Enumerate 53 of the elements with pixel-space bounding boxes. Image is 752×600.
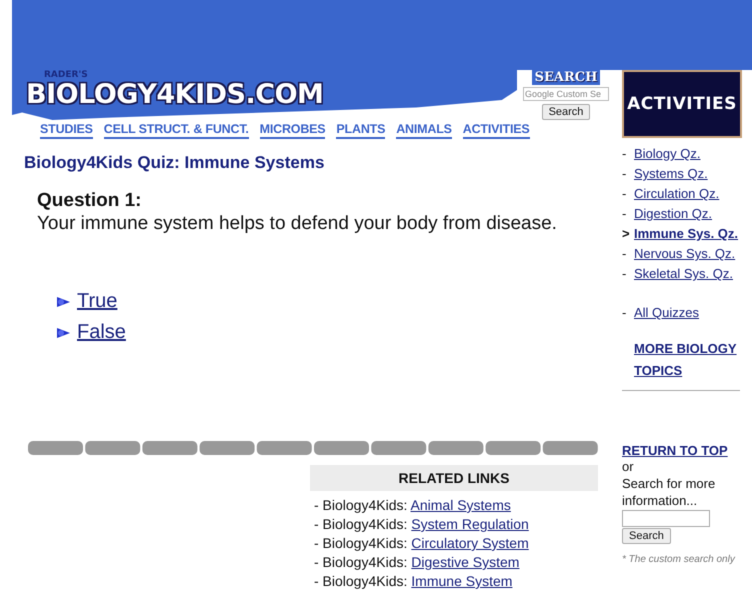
nav-link[interactable]: STUDIES: [40, 122, 93, 139]
quiz-link[interactable]: Immune Sys. Qz.: [634, 226, 738, 241]
related-link[interactable]: System Regulation: [411, 516, 529, 532]
bullet-marker: -: [622, 166, 628, 181]
related-link[interactable]: Animal Systems: [410, 497, 511, 513]
site-logo[interactable]: BIOLOGY4KIDS.COM: [26, 80, 324, 110]
page-title: Biology4Kids Quiz: Immune Systems: [24, 153, 326, 173]
answer-link[interactable]: False: [77, 321, 126, 344]
related-links-header: RELATED LINKS: [310, 465, 598, 491]
bullet-marker: >: [622, 226, 628, 241]
search-heading: SEARCH: [532, 70, 600, 85]
link-prefix: - Biology4Kids:: [314, 554, 408, 570]
all-quizzes-link[interactable]: All Quizzes: [634, 305, 700, 320]
search-field[interactable]: Google Custom Se: [523, 87, 609, 101]
activities-banner: ACTIVITIES: [622, 70, 742, 138]
search-button[interactable]: Search: [542, 104, 590, 120]
bullet-marker: -: [622, 186, 628, 201]
bullet-marker: -: [622, 266, 628, 281]
link-prefix: - Biology4Kids:: [314, 497, 408, 513]
return-to-top-link[interactable]: RETURN TO TOP: [622, 443, 742, 458]
quiz-link[interactable]: Circulation Qz.: [634, 186, 720, 201]
arrow-bullet-icon: [56, 326, 71, 338]
nav-link[interactable]: ACTIVITIES: [462, 122, 530, 139]
quiz-link[interactable]: Nervous Sys. Qz.: [634, 246, 736, 261]
question-label: Question 1:: [37, 190, 143, 212]
related-link[interactable]: Circulatory System: [411, 535, 529, 551]
search-button[interactable]: Search: [622, 528, 671, 544]
link-prefix: - Biology4Kids:: [314, 535, 408, 551]
logo-subtitle: RADER'S: [44, 70, 88, 80]
nav-link[interactable]: ANIMALS: [396, 122, 452, 139]
bullet-marker: -: [622, 206, 628, 221]
nav-link[interactable]: MICROBES: [260, 122, 326, 139]
related-link[interactable]: Immune System: [411, 573, 512, 589]
quiz-link[interactable]: Biology Qz.: [634, 146, 700, 161]
search-field[interactable]: [622, 510, 710, 527]
answer-link[interactable]: True: [77, 290, 118, 313]
bullet-marker: -: [622, 146, 628, 161]
link-prefix: - Biology4Kids:: [314, 516, 408, 532]
search-hint: Search for more information...: [622, 475, 716, 509]
bullet-marker: -: [622, 246, 628, 261]
nav-link[interactable]: CELL STRUCT. & FUNCT.: [104, 122, 249, 139]
quiz-link[interactable]: Systems Qz.: [634, 166, 708, 181]
bullet-marker: -: [622, 305, 628, 320]
quiz-link[interactable]: Skeletal Sys. Qz.: [634, 266, 733, 281]
related-link[interactable]: Digestive System: [411, 554, 520, 570]
nav-link[interactable]: PLANTS: [336, 122, 386, 139]
or-text: or: [622, 458, 635, 475]
quiz-link[interactable]: Digestion Qz.: [634, 206, 712, 221]
footnote: * The custom search only: [622, 554, 736, 565]
question-text: Your immune system helps to defend your body from disease.: [37, 213, 558, 235]
link-prefix: - Biology4Kids:: [314, 573, 408, 589]
arrow-bullet-icon: [56, 296, 71, 308]
more-topics-link[interactable]: MORE BIOLOGY TOPICS: [634, 338, 742, 382]
